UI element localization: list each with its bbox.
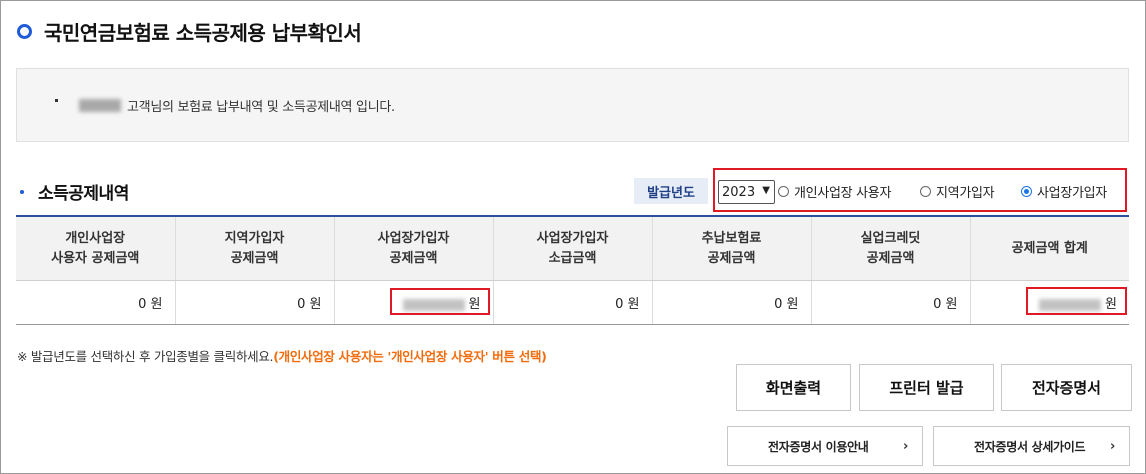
- radio-label: 개인사업장 사용자: [794, 186, 892, 201]
- page-title: 국민연금보험료 소득공제용 납부확인서: [44, 21, 362, 45]
- button-label: 전자증명서 상세가이드: [974, 439, 1086, 454]
- year-select-value: 2023: [722, 184, 756, 200]
- radio-workplace[interactable]: 사업장가입자: [1021, 182, 1107, 201]
- col-header: 사업장가입자 공제금액: [333, 216, 493, 281]
- deduction-table: 개인사업장 사용자 공제금액 지역가입자 공제금액 사업장가입자 공제금액 사업…: [16, 215, 1129, 325]
- section-header: 소득공제내역: [20, 179, 129, 204]
- e-cert-info-button[interactable]: 전자증명서 이용안내 ›: [727, 426, 923, 466]
- notice-box: 고객님의 보험료 납부내역 및 소득공제내역 입니다.: [16, 68, 1129, 142]
- radio-regional[interactable]: 지역가입자: [920, 182, 995, 201]
- notice-text: 고객님의 보험료 납부내역 및 소득공제내역 입니다.: [127, 100, 395, 115]
- section-title: 소득공제내역: [38, 184, 129, 204]
- col-header: 실업크레딧 공제금액: [810, 216, 970, 281]
- title-circle-icon: [17, 24, 32, 39]
- col-header: 공제금액 합계: [969, 216, 1129, 281]
- radio-personal-employer[interactable]: 개인사업장 사용자: [778, 182, 891, 201]
- table-row: 0 원 0 원 원 0 원 0 원 0 원 원: [16, 280, 1129, 325]
- table-header-row: 개인사업장 사용자 공제금액 지역가입자 공제금액 사업장가입자 공제금액 사업…: [16, 216, 1129, 281]
- table-cell: 0 원: [810, 280, 970, 325]
- year-select[interactable]: 2023 ▼: [718, 180, 775, 204]
- table-cell: 0 원: [174, 280, 334, 325]
- table-cell: 0 원: [651, 280, 811, 325]
- radio-circle-icon: [920, 186, 931, 197]
- note-highlight: (개인사업장 사용자는 '개인사업장 사용자' 버튼 선택): [273, 349, 547, 364]
- screen-print-button[interactable]: 화면출력: [736, 364, 851, 411]
- table-cell: 0 원: [16, 280, 175, 325]
- col-header: 지역가입자 공제금액: [174, 216, 334, 281]
- year-label: 발급년도: [634, 178, 708, 204]
- e-cert-button[interactable]: 전자증명서: [1001, 364, 1132, 411]
- highlight-box-total-amount: [1026, 287, 1127, 315]
- button-label: 전자증명서 이용안내: [768, 439, 869, 454]
- page-header: 국민연금보험료 소득공제용 납부확인서: [17, 17, 362, 46]
- col-header: 개인사업장 사용자 공제금액: [16, 216, 175, 281]
- table-cell: 0 원: [492, 280, 652, 325]
- e-cert-guide-button[interactable]: 전자증명서 상세가이드 ›: [933, 426, 1130, 466]
- col-header: 추납보험료 공제금액: [651, 216, 811, 281]
- bullet-icon: [55, 99, 58, 102]
- printer-issue-button[interactable]: 프린터 발급: [859, 364, 994, 411]
- instruction-note: ※ 발급년도를 선택하신 후 가입종별을 클릭하세요.(개인사업장 사용자는 '…: [17, 349, 547, 364]
- chevron-right-icon: ›: [1109, 438, 1115, 454]
- blurred-customer-name: [79, 99, 121, 112]
- highlight-box-workplace-amount: [390, 288, 490, 315]
- section-bullet-icon: [20, 189, 24, 194]
- radio-label: 사업장가입자: [1037, 186, 1107, 201]
- col-header: 사업장가입자 소급금액: [492, 216, 652, 281]
- radio-label: 지역가입자: [936, 186, 995, 201]
- chevron-down-icon: ▼: [762, 185, 770, 196]
- chevron-right-icon: ›: [902, 438, 908, 454]
- radio-circle-selected-icon: [1021, 186, 1032, 197]
- radio-circle-icon: [778, 186, 789, 197]
